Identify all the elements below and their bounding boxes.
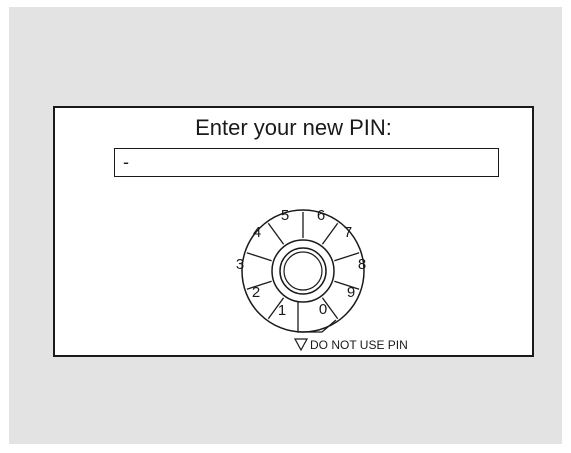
pin-input[interactable]: - <box>114 148 499 177</box>
dial-digit-9[interactable]: 9 <box>347 284 355 301</box>
dial-knob-outer <box>279 247 327 295</box>
do-not-use-triangle-icon <box>293 338 309 352</box>
dial-digit-5[interactable]: 5 <box>281 207 289 224</box>
dial-separator <box>334 252 360 262</box>
dial-pointer <box>297 302 337 333</box>
dial-digit-3[interactable]: 3 <box>236 256 244 273</box>
pin-dialog: Enter your new PIN: - 5 6 7 8 9 0 1 2 3 … <box>53 106 534 357</box>
dial-knob-inner <box>283 251 323 291</box>
do-not-use-pin-label[interactable]: DO NOT USE PIN <box>310 338 408 352</box>
dial-digit-8[interactable]: 8 <box>358 256 366 273</box>
dial-inner-ring <box>271 239 335 303</box>
dial-digit-2[interactable]: 2 <box>252 284 260 301</box>
screen-background: Enter your new PIN: - 5 6 7 8 9 0 1 2 3 … <box>9 7 562 444</box>
dial-digit-1[interactable]: 1 <box>278 302 286 319</box>
dial-separator <box>246 252 272 262</box>
dial-digit-4[interactable]: 4 <box>253 224 261 241</box>
pin-dial[interactable]: 5 6 7 8 9 0 1 2 3 4 DO NOT USE PIN <box>223 191 408 352</box>
dialog-title: Enter your new PIN: <box>195 115 392 140</box>
dial-digit-0[interactable]: 0 <box>319 301 327 318</box>
dial-separator <box>267 222 285 245</box>
dial-digit-6[interactable]: 6 <box>317 207 325 224</box>
dial-separator <box>321 222 339 245</box>
dial-digit-7[interactable]: 7 <box>344 224 352 241</box>
